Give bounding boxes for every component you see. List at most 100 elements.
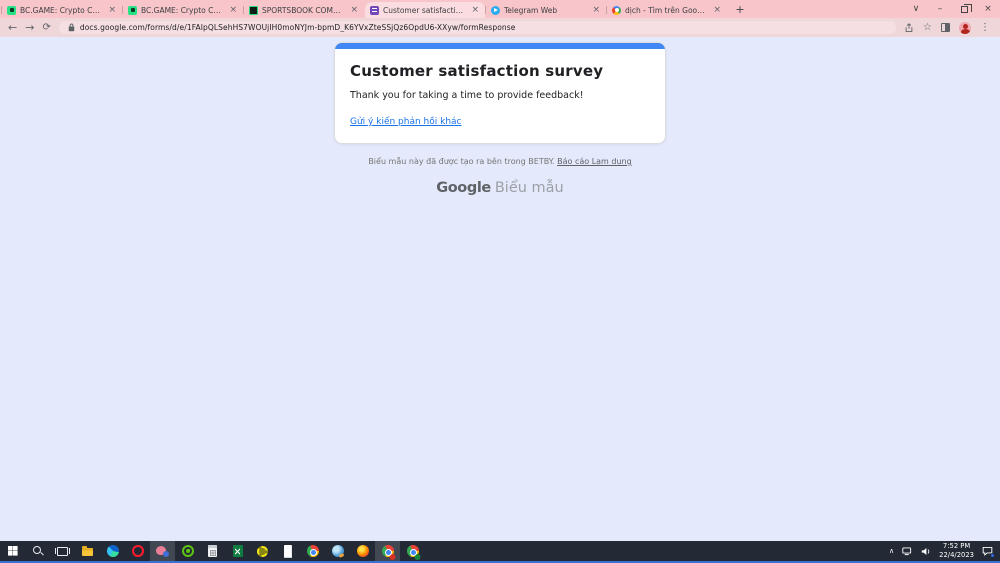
close-window-button[interactable]: × bbox=[976, 0, 1000, 18]
taskbar-search-button[interactable] bbox=[25, 541, 50, 561]
taskbar-chrome-profile-2[interactable] bbox=[400, 541, 425, 561]
forward-button[interactable]: → bbox=[25, 22, 34, 33]
telegram-icon bbox=[491, 6, 500, 15]
browser-toolbar: ← → ⟳ docs.google.com/forms/d/e/1FAIpQLS… bbox=[0, 18, 1000, 37]
globe-app-icon bbox=[330, 544, 345, 559]
network-icon[interactable] bbox=[902, 547, 913, 556]
tab-close-icon[interactable]: × bbox=[107, 6, 117, 15]
sportsbook-icon bbox=[249, 6, 258, 15]
settings-gear-icon bbox=[255, 544, 270, 559]
taskbar-opera[interactable] bbox=[125, 541, 150, 561]
tab-title: BC.GAME: Crypto Casino Games bbox=[141, 6, 224, 15]
taskbar-notepad[interactable] bbox=[275, 541, 300, 561]
tab-title: BC.GAME: Crypto Casino Games bbox=[20, 6, 103, 15]
opera-icon bbox=[130, 544, 145, 559]
taskbar-edge[interactable] bbox=[100, 541, 125, 561]
taskbar-chrome[interactable] bbox=[300, 541, 325, 561]
google-icon bbox=[612, 6, 621, 15]
start-icon bbox=[5, 544, 20, 559]
url-text[interactable]: docs.google.com/forms/d/e/1FAIpQLSehHS7W… bbox=[80, 23, 516, 32]
tabs: BC.GAME: Crypto Casino Games × BC.GAME: … bbox=[2, 0, 728, 18]
form-title: Customer satisfaction survey bbox=[350, 62, 650, 80]
browser-tab[interactable]: BC.GAME: Crypto Casino Games × bbox=[123, 2, 243, 18]
minimize-button[interactable]: – bbox=[928, 0, 952, 18]
bcgame-icon bbox=[7, 6, 16, 15]
volume-icon[interactable] bbox=[921, 547, 931, 556]
lock-icon bbox=[68, 23, 75, 32]
browser-tab[interactable]: Telegram Web × bbox=[486, 2, 606, 18]
tab-close-icon[interactable]: × bbox=[591, 6, 601, 15]
restore-icon bbox=[961, 6, 968, 13]
toolbar-actions: ☆ ⋮ bbox=[904, 22, 992, 34]
firefox-icon bbox=[355, 544, 370, 559]
window-controls: ∨ – × bbox=[904, 0, 1000, 18]
notepad-icon bbox=[280, 544, 295, 559]
tab-title: Telegram Web bbox=[504, 6, 587, 15]
browser-tab[interactable]: BC.GAME: Crypto Casino Games × bbox=[2, 2, 122, 18]
action-center-icon[interactable] bbox=[982, 546, 993, 556]
taskbar-firefox[interactable] bbox=[350, 541, 375, 561]
tab-close-icon[interactable]: × bbox=[470, 6, 480, 15]
tab-close-icon[interactable]: × bbox=[712, 6, 722, 15]
taskbar-excel[interactable] bbox=[225, 541, 250, 561]
restore-button[interactable] bbox=[952, 0, 976, 18]
taskbar-settings-gear-app[interactable] bbox=[250, 541, 275, 561]
form-footer-notice: Biểu mẫu này đã được tạo ra bên trong BE… bbox=[334, 157, 666, 166]
taskbar-apps bbox=[0, 541, 425, 561]
taskbar: ∧ 7:52 PM 22/4/2023 bbox=[0, 541, 1000, 561]
tab-title: dịch - Tìm trên Google bbox=[625, 6, 708, 15]
bookmark-star-icon[interactable]: ☆ bbox=[923, 22, 932, 33]
side-panel-icon[interactable] bbox=[941, 23, 950, 32]
tab-strip: BC.GAME: Crypto Casino Games × BC.GAME: … bbox=[0, 0, 1000, 18]
task-view-icon bbox=[55, 544, 70, 559]
calculator-icon bbox=[205, 544, 220, 559]
browser-tab[interactable]: dịch - Tìm trên Google × bbox=[607, 2, 727, 18]
antivirus-icon bbox=[180, 544, 195, 559]
address-bar[interactable]: docs.google.com/forms/d/e/1FAIpQLSehHS7W… bbox=[59, 21, 896, 34]
clock-date: 22/4/2023 bbox=[939, 551, 974, 560]
tab-close-icon[interactable]: × bbox=[228, 6, 238, 15]
hidden-icons-chevron-icon[interactable]: ∧ bbox=[889, 547, 894, 555]
taskbar-media-app[interactable] bbox=[150, 541, 175, 561]
page-content: Customer satisfaction survey Thank you f… bbox=[0, 37, 1000, 541]
form-card: Customer satisfaction survey Thank you f… bbox=[334, 42, 666, 144]
system-tray: ∧ 7:52 PM 22/4/2023 bbox=[889, 541, 1000, 561]
taskbar-start-button[interactable] bbox=[0, 541, 25, 561]
report-abuse-link[interactable]: Báo cáo Lạm dụng bbox=[557, 157, 632, 166]
taskbar-clock[interactable]: 7:52 PM 22/4/2023 bbox=[939, 542, 974, 560]
browser-tab[interactable]: Customer satisfaction survey × bbox=[365, 2, 485, 18]
back-button[interactable]: ← bbox=[8, 22, 17, 33]
new-tab-button[interactable]: + bbox=[732, 1, 748, 17]
share-icon[interactable] bbox=[904, 23, 914, 33]
bcgame-icon bbox=[128, 6, 137, 15]
taskbar-calculator[interactable] bbox=[200, 541, 225, 561]
google-wordmark: Google bbox=[436, 180, 491, 196]
search-icon bbox=[30, 544, 45, 559]
profile-avatar[interactable] bbox=[959, 22, 971, 34]
notice-text: Biểu mẫu này đã được tạo ra bên trong BE… bbox=[368, 157, 557, 166]
chrome-profile-1-icon bbox=[380, 544, 395, 559]
google-forms-logo: GoogleBiểu mẫu bbox=[334, 177, 666, 196]
notification-badge bbox=[990, 553, 995, 558]
tab-title: Customer satisfaction survey bbox=[383, 6, 466, 15]
tab-close-icon[interactable]: × bbox=[349, 6, 359, 15]
form-confirmation-message: Thank you for taking a time to provide f… bbox=[350, 90, 650, 101]
excel-icon bbox=[230, 544, 245, 559]
media-app-icon bbox=[155, 544, 170, 559]
taskbar-chrome-profile-1[interactable] bbox=[375, 541, 400, 561]
clock-time: 7:52 PM bbox=[939, 542, 974, 551]
file-explorer-icon bbox=[80, 544, 95, 559]
chrome-profile-2-icon bbox=[405, 544, 420, 559]
menu-dots-icon[interactable]: ⋮ bbox=[980, 22, 990, 33]
taskbar-task-view-button[interactable] bbox=[50, 541, 75, 561]
browser-tab[interactable]: SPORTSBOOK COMMUNITY SUR × bbox=[244, 2, 364, 18]
taskbar-file-explorer[interactable] bbox=[75, 541, 100, 561]
reload-button[interactable]: ⟳ bbox=[42, 23, 50, 33]
tab-search-chevron-icon[interactable]: ∨ bbox=[904, 0, 928, 18]
taskbar-antivirus-app[interactable] bbox=[175, 541, 200, 561]
taskbar-globe-app[interactable] bbox=[325, 541, 350, 561]
forms-wordmark: Biểu mẫu bbox=[495, 180, 564, 196]
edge-icon bbox=[105, 544, 120, 559]
forms-icon bbox=[370, 6, 379, 15]
submit-another-response-link[interactable]: Gửi ý kiến phản hồi khác bbox=[350, 117, 462, 127]
